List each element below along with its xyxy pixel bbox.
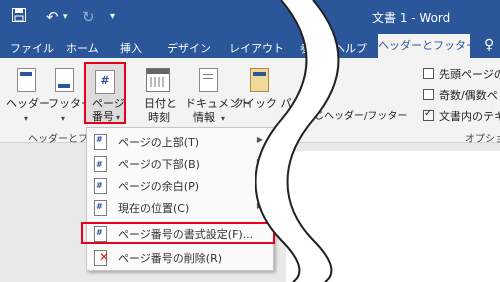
header-dropdown-icon[interactable]: ▾ bbox=[24, 112, 28, 125]
page-number-label-1: ページ bbox=[92, 97, 125, 110]
tab-file[interactable]: ファイル bbox=[10, 40, 54, 56]
footer-dropdown-icon[interactable]: ▾ bbox=[61, 112, 65, 125]
tab-design[interactable]: デザイン bbox=[167, 40, 211, 56]
delete-x-icon: ✕ bbox=[99, 250, 110, 264]
page-number-label-2: 番号 bbox=[92, 110, 114, 123]
format-page-numbers-icon: # bbox=[94, 226, 107, 242]
document-info-dropdown-icon[interactable]: ▾ bbox=[221, 112, 225, 125]
document-info-label-2[interactable]: 情報 bbox=[193, 111, 215, 124]
group-options-label: オプショ bbox=[465, 134, 500, 145]
first-page-label: 先頭ページの bbox=[439, 68, 500, 81]
menu-item-remove-page-numbers[interactable]: ✕ ページ番号の削除(R) bbox=[87, 246, 273, 268]
bottom-of-page-icon: # bbox=[94, 156, 107, 172]
current-position-icon: # bbox=[94, 200, 107, 216]
tab-home[interactable]: ホーム bbox=[66, 40, 99, 56]
page-number-menu: # ページの上部(T) ▶ # ページの下部(B) ▶ # ページの余白(P) … bbox=[81, 127, 275, 271]
header-icon[interactable] bbox=[17, 68, 36, 92]
lightbulb-icon[interactable]: ♀ bbox=[484, 37, 494, 53]
odd-even-checkbox[interactable] bbox=[423, 89, 434, 100]
wavy-cut-divider bbox=[255, 0, 340, 282]
menu-item-bottom-of-page[interactable]: # ページの下部(B) ▶ bbox=[87, 152, 273, 174]
odd-even-label: 奇数/偶数ペ bbox=[439, 89, 498, 102]
undo-dropdown-icon[interactable]: ▾ bbox=[63, 8, 68, 26]
calendar-icon[interactable] bbox=[146, 68, 170, 92]
page-number-dropdown-icon: ▾ bbox=[116, 113, 121, 122]
datetime-label-2[interactable]: 時刻 bbox=[148, 111, 170, 124]
customize-quick-access-icon[interactable]: ▾ bbox=[110, 8, 115, 26]
document-info-icon[interactable] bbox=[199, 68, 218, 92]
tab-insert[interactable]: 挿入 bbox=[120, 40, 142, 56]
show-doc-text-label: 文書内のテキ bbox=[439, 110, 500, 123]
datetime-label-1[interactable]: 日付と bbox=[144, 97, 177, 110]
footer-icon[interactable] bbox=[55, 68, 74, 92]
menu-item-top-of-page[interactable]: # ページの上部(T) ▶ bbox=[87, 130, 273, 152]
save-icon[interactable] bbox=[12, 8, 26, 26]
undo-icon[interactable]: ↶ bbox=[46, 8, 59, 26]
menu-item-current-position[interactable]: # 現在の位置(C) ▶ bbox=[87, 196, 273, 218]
window-title: 文書 1 - Word bbox=[372, 11, 451, 25]
menu-item-format-page-numbers[interactable]: # ページ番号の書式設定(F)... bbox=[81, 222, 275, 244]
top-of-page-icon: # bbox=[94, 134, 107, 150]
page-number-button[interactable]: # ページ 番号 ▾ bbox=[84, 62, 126, 124]
first-page-checkbox[interactable] bbox=[423, 68, 434, 79]
page-number-icon: # bbox=[95, 70, 115, 94]
tab-header-footer[interactable]: ヘッダーとフッター bbox=[378, 34, 477, 58]
title-bar: ↶ ▾ ↻ ▾ 文書 1 - Word bbox=[0, 0, 500, 34]
page-margins-icon: # bbox=[94, 178, 107, 194]
redo-icon[interactable]: ↻ bbox=[82, 8, 95, 26]
menu-item-page-margins[interactable]: # ページの余白(P) ▶ bbox=[87, 174, 273, 196]
show-doc-text-checkbox[interactable]: ✓ bbox=[423, 108, 434, 121]
header-button[interactable]: ヘッダー bbox=[6, 97, 50, 110]
